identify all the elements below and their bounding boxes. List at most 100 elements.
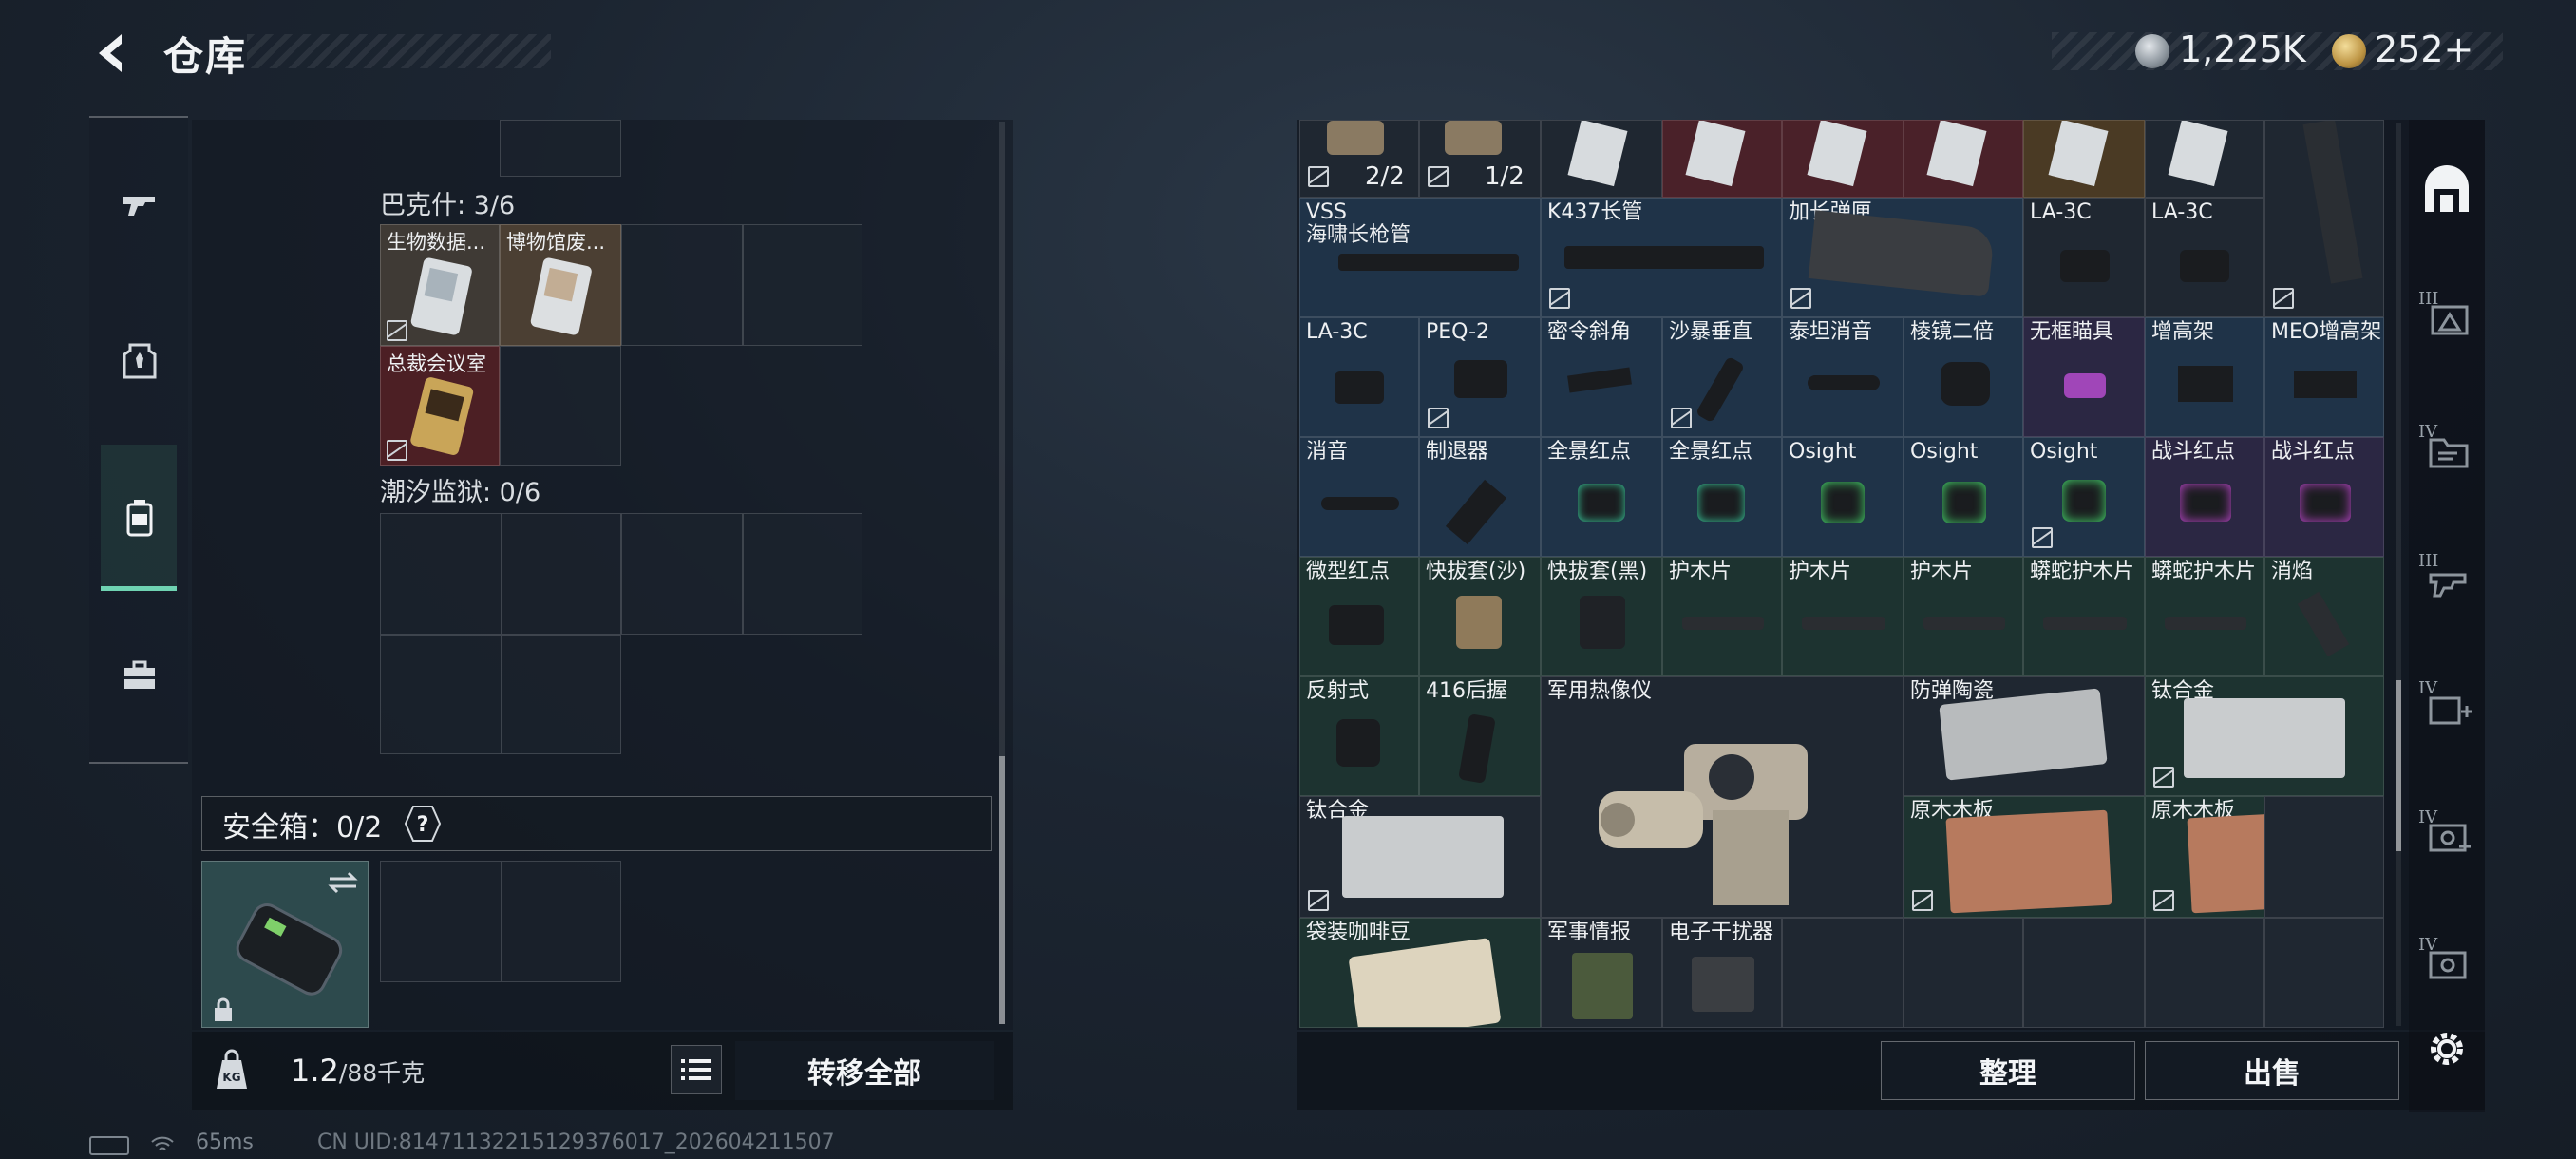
grid-cell[interactable] bbox=[743, 513, 862, 635]
inventory-cell[interactable]: 增高架 bbox=[2145, 317, 2264, 437]
inventory-cell[interactable]: 军用热像仪 bbox=[1541, 676, 1904, 918]
rail-cover-icon bbox=[2165, 617, 2246, 630]
inventory-cell[interactable]: 制退器 bbox=[1419, 437, 1541, 557]
suppressor-icon bbox=[1808, 375, 1880, 390]
grid-cell[interactable] bbox=[380, 513, 502, 635]
inventory-cell[interactable]: 袋装咖啡豆 bbox=[1299, 918, 1541, 1028]
inventory-cell[interactable]: Osight bbox=[1782, 437, 1904, 557]
barrel-icon bbox=[1338, 254, 1519, 271]
inventory-cell[interactable] bbox=[1904, 918, 2023, 1028]
inventory-scrollbar-thumb[interactable] bbox=[2396, 680, 2401, 851]
gold-currency-amount[interactable]: 252+ bbox=[2375, 28, 2473, 70]
item-name: 增高架 bbox=[2151, 320, 2215, 344]
sell-button[interactable]: 出售 bbox=[2145, 1041, 2399, 1100]
inventory-cell[interactable]: 全景红点 bbox=[1662, 437, 1782, 557]
safebox-container[interactable] bbox=[201, 861, 369, 1028]
inventory-cell[interactable] bbox=[2145, 918, 2264, 1028]
inventory-cell[interactable]: 消音 bbox=[1299, 437, 1419, 557]
inventory-cell[interactable]: Osight bbox=[1904, 437, 2023, 557]
inventory-cell[interactable]: VSS 海啸长枪管 bbox=[1299, 198, 1541, 317]
item-name: MEO增高架 bbox=[2271, 320, 2382, 344]
safebox-slot[interactable] bbox=[502, 861, 621, 982]
inventory-cell[interactable]: Osight bbox=[2023, 437, 2145, 557]
inventory-cell[interactable]: 原木木板 bbox=[1904, 796, 2145, 918]
inventory-cell[interactable]: 反射式 bbox=[1299, 676, 1419, 796]
inventory-cell[interactable]: 护木片 bbox=[1782, 557, 1904, 676]
inventory-cell[interactable]: 快拔套(沙) bbox=[1419, 557, 1541, 676]
inventory-cell[interactable]: 沙暴垂直 bbox=[1662, 317, 1782, 437]
safebox-slot[interactable] bbox=[380, 861, 502, 982]
inventory-cell[interactable]: 钛合金 bbox=[1299, 796, 1541, 918]
nav-item-weapons[interactable] bbox=[103, 167, 177, 241]
inventory-cell[interactable]: 护木片 bbox=[1662, 557, 1782, 676]
inventory-cell[interactable] bbox=[1662, 120, 1782, 198]
grid-cell[interactable] bbox=[380, 635, 502, 754]
inventory-cell[interactable]: 战斗红点 bbox=[2145, 437, 2264, 557]
grid-cell[interactable] bbox=[502, 635, 621, 754]
inventory-cell[interactable] bbox=[2023, 918, 2145, 1028]
item-card-museum[interactable]: 博物馆废... bbox=[500, 224, 621, 346]
inventory-scrollbar[interactable] bbox=[2396, 124, 2401, 1026]
settings-button[interactable] bbox=[2415, 1016, 2479, 1081]
inventory-cell[interactable]: 416后握 bbox=[1419, 676, 1541, 796]
item-card-bio-data[interactable]: 生物数据... bbox=[380, 224, 500, 346]
sort-button[interactable]: 整理 bbox=[1881, 1041, 2135, 1100]
nav-item-gear[interactable] bbox=[103, 323, 177, 397]
inventory-cell[interactable]: 蟒蛇护木片 bbox=[2023, 557, 2145, 676]
inventory-cell[interactable] bbox=[2145, 120, 2264, 198]
inventory-cell[interactable] bbox=[1904, 120, 2023, 198]
storage-scrollbar-thumb[interactable] bbox=[999, 756, 1005, 1024]
inventory-cell[interactable]: 消焰 bbox=[2264, 557, 2384, 676]
grid-cell[interactable] bbox=[500, 346, 621, 466]
grid-cell[interactable] bbox=[500, 120, 621, 177]
inventory-cell[interactable]: LA-3C bbox=[2145, 198, 2264, 317]
keycard-icon bbox=[2048, 121, 2109, 187]
inventory-cell[interactable]: 电子干扰器 bbox=[1662, 918, 1782, 1028]
inventory-cell[interactable]: 快拔套(黑) bbox=[1541, 557, 1662, 676]
inventory-cell[interactable]: 泰坦消音 bbox=[1782, 317, 1904, 437]
inventory-cell[interactable]: PEQ-2 bbox=[1419, 317, 1541, 437]
nav-container-warehouse[interactable] bbox=[2415, 158, 2479, 222]
inventory-cell[interactable]: 加长弹匣 bbox=[1782, 198, 2023, 317]
inventory-cell[interactable]: 蟒蛇护木片 bbox=[2145, 557, 2264, 676]
list-view-button[interactable] bbox=[671, 1045, 722, 1094]
inventory-cell[interactable]: 1/2 bbox=[1419, 120, 1541, 198]
safebox-label: 安全箱：0/2 bbox=[222, 811, 383, 845]
inventory-cell[interactable] bbox=[2023, 120, 2145, 198]
inventory-cell[interactable]: 密令斜角 bbox=[1541, 317, 1662, 437]
laser-icon bbox=[2180, 250, 2229, 282]
swap-icon[interactable] bbox=[326, 869, 360, 896]
inventory-cell[interactable] bbox=[1541, 120, 1662, 198]
inventory-cell[interactable] bbox=[2264, 796, 2384, 918]
inventory-cell[interactable]: 无框瞄具 bbox=[2023, 317, 2145, 437]
inventory-cell[interactable]: 棱镜二倍 bbox=[1904, 317, 2023, 437]
inventory-cell[interactable]: 护木片 bbox=[1904, 557, 2023, 676]
grid-cell[interactable] bbox=[502, 513, 621, 635]
inventory-cell[interactable] bbox=[1782, 120, 1904, 198]
inventory-cell[interactable]: MEO增高架 bbox=[2264, 317, 2384, 437]
inventory-cell[interactable] bbox=[2264, 120, 2384, 317]
back-arrow-icon[interactable] bbox=[87, 28, 137, 78]
inventory-cell[interactable]: 钛合金 bbox=[2145, 676, 2384, 796]
inventory-cell[interactable]: 战斗红点 bbox=[2264, 437, 2384, 557]
grid-cell[interactable] bbox=[621, 224, 743, 346]
grid-cell[interactable] bbox=[743, 224, 862, 346]
inventory-cell[interactable] bbox=[1782, 918, 1904, 1028]
inventory-cell[interactable]: K437长管 bbox=[1541, 198, 1782, 317]
inventory-cell[interactable]: 军事情报 bbox=[1541, 918, 1662, 1028]
inventory-cell[interactable] bbox=[2264, 918, 2384, 1028]
help-icon[interactable]: ? bbox=[404, 805, 442, 843]
thermal-imager-icon bbox=[1599, 744, 1808, 905]
item-name: VSS bbox=[1306, 200, 1347, 224]
grid-cell[interactable] bbox=[621, 513, 743, 635]
inventory-cell[interactable]: LA-3C bbox=[2023, 198, 2145, 317]
nav-item-supplies[interactable] bbox=[103, 638, 177, 712]
inventory-cell[interactable]: 防弹陶瓷 bbox=[1904, 676, 2145, 796]
inventory-cell[interactable]: 2/2 bbox=[1299, 120, 1419, 198]
item-card-ceo-room[interactable]: 总裁会议室 bbox=[380, 346, 500, 466]
transfer-all-button[interactable]: 转移全部 bbox=[735, 1041, 994, 1100]
inventory-cell[interactable]: 微型红点 bbox=[1299, 557, 1419, 676]
inventory-cell[interactable]: LA-3C bbox=[1299, 317, 1419, 437]
nav-item-containers[interactable] bbox=[103, 481, 177, 555]
inventory-cell[interactable]: 全景红点 bbox=[1541, 437, 1662, 557]
